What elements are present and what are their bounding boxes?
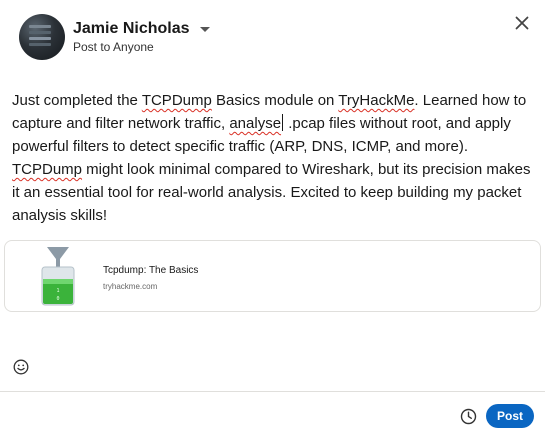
spellcheck-word: TCPDump <box>12 161 83 178</box>
footer-divider <box>0 391 545 392</box>
svg-text:1: 1 <box>56 288 59 294</box>
post-text-segment: might look minimal compared to Wireshark… <box>12 161 531 224</box>
link-preview-title[interactable]: Tcpdump: The Basics <box>103 265 198 276</box>
clock-icon[interactable] <box>460 408 477 425</box>
spellcheck-word: TryHackMe <box>338 92 415 109</box>
spellcheck-word: TCPDump <box>141 92 212 109</box>
chevron-down-icon[interactable] <box>199 26 210 32</box>
link-preview-domain: tryhackme.com <box>103 282 158 291</box>
close-button[interactable] <box>509 10 535 36</box>
audience-label[interactable]: Post to Anyone <box>73 40 210 54</box>
text-cursor <box>282 114 284 131</box>
author-name: Jamie Nicholas <box>73 20 190 37</box>
avatar-image <box>29 25 51 28</box>
post-text-editor[interactable]: Just completed the TCPDump Basics module… <box>12 89 532 227</box>
spellcheck-word: analyse <box>229 115 282 132</box>
author-block: Jamie Nicholas Post to Anyone <box>73 20 210 54</box>
close-icon <box>515 16 529 30</box>
svg-text:0: 0 <box>56 296 59 302</box>
post-button[interactable]: Post <box>486 404 534 428</box>
author-selector[interactable]: Jamie Nicholas <box>73 20 210 38</box>
emoji-icon[interactable] <box>13 359 29 375</box>
post-text-segment: Just completed the <box>12 92 142 109</box>
post-text-segment: Basics module on <box>211 92 339 109</box>
post-header: Jamie Nicholas Post to Anyone <box>19 13 210 61</box>
avatar[interactable] <box>19 14 65 60</box>
link-preview-card[interactable]: 1 0 Tcpdump: The Basics tryhackme.com <box>4 240 541 312</box>
funnel-beaker-thumbnail: 1 0 <box>41 247 75 306</box>
